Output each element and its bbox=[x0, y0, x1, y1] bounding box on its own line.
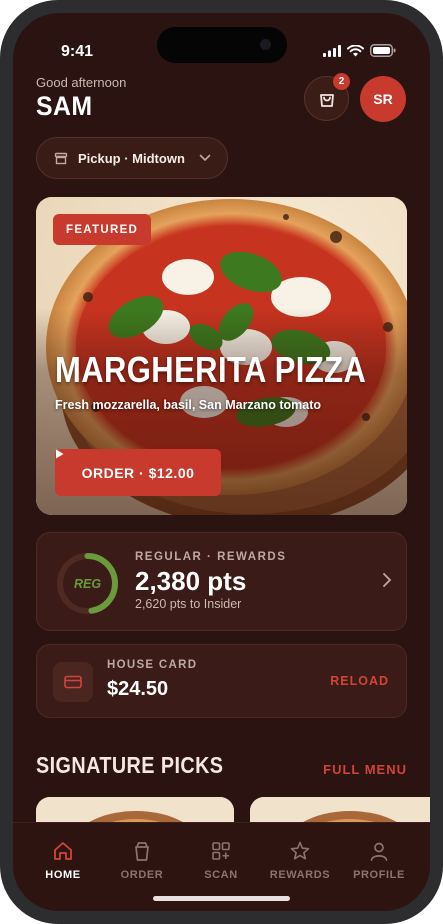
tier-ring-label: REG bbox=[73, 576, 102, 591]
featured-badge: FEATURED bbox=[53, 214, 152, 245]
tab-home-label: HOME bbox=[45, 869, 81, 881]
greeting-text: Good afternoon bbox=[36, 75, 127, 90]
phone-frame: 9:41 Good afternoon SAM 2 SR Pickup · Mi… bbox=[0, 0, 443, 924]
tab-home[interactable]: HOME bbox=[28, 839, 98, 881]
credit-card-icon bbox=[64, 675, 82, 689]
featured-description: Fresh mozzarella, basil, San Marzano tom… bbox=[55, 398, 322, 412]
tab-profile[interactable]: PROFILE bbox=[344, 839, 414, 881]
rewards-tier: REGULAR · REWARDS bbox=[135, 551, 287, 563]
star-icon bbox=[290, 841, 310, 860]
featured-title: MARGHERITA PIZZA bbox=[55, 349, 367, 390]
house-card-balance: $24.50 bbox=[107, 678, 169, 700]
cup-icon bbox=[135, 842, 149, 861]
card-icon-wrap bbox=[53, 662, 93, 702]
rewards-next-tier: 2,620 pts to Insider bbox=[135, 597, 242, 611]
tab-profile-label: PROFILE bbox=[353, 869, 405, 881]
scan-icon bbox=[212, 842, 230, 860]
tab-scan-label: SCAN bbox=[204, 869, 238, 881]
avatar[interactable]: SR bbox=[360, 76, 406, 122]
house-card[interactable]: HOUSE CARD $24.50 RELOAD bbox=[36, 644, 407, 718]
play-icon bbox=[56, 449, 64, 459]
battery-icon bbox=[370, 44, 396, 57]
rewards-points: 2,380 pts bbox=[135, 566, 247, 596]
home-indicator bbox=[153, 896, 290, 901]
status-time: 9:41 bbox=[61, 43, 94, 60]
location-label: Pickup · Midtown bbox=[78, 150, 185, 166]
location-selector[interactable]: Pickup · Midtown bbox=[36, 137, 228, 179]
tab-order-label: ORDER bbox=[120, 869, 164, 881]
status-icons bbox=[323, 44, 396, 57]
signature-picks-title: SIGNATURE PICKS bbox=[36, 752, 224, 778]
featured-card[interactable]: FEATURED MARGHERITA PIZZA Fresh mozzarel… bbox=[36, 197, 407, 515]
tab-rewards[interactable]: REWARDS bbox=[265, 839, 335, 881]
tab-rewards-label: REWARDS bbox=[269, 869, 331, 881]
cart-count-badge: 2 bbox=[333, 73, 350, 90]
app-screen: 9:41 Good afternoon SAM 2 SR Pickup · Mi… bbox=[13, 13, 430, 911]
chevron-down-icon bbox=[199, 154, 211, 162]
reload-button[interactable]: RELOAD bbox=[330, 674, 389, 688]
dynamic-island bbox=[157, 27, 287, 63]
person-icon bbox=[370, 842, 388, 861]
house-card-label: HOUSE CARD bbox=[107, 659, 198, 671]
user-name: SAM bbox=[36, 91, 93, 121]
order-button-label: ORDER · $12.00 bbox=[81, 464, 195, 481]
wifi-icon bbox=[347, 44, 364, 56]
shopping-bag-icon bbox=[319, 93, 334, 107]
full-menu-link[interactable]: FULL MENU bbox=[323, 762, 407, 777]
tab-scan[interactable]: SCAN bbox=[186, 839, 256, 881]
tab-order[interactable]: ORDER bbox=[107, 839, 177, 881]
rewards-card[interactable]: REG REGULAR · REWARDS 2,380 pts 2,620 pt… bbox=[36, 532, 407, 631]
order-button[interactable]: ORDER · $12.00 bbox=[55, 449, 221, 496]
store-icon bbox=[54, 152, 68, 164]
signal-icon bbox=[323, 44, 341, 57]
chevron-right-icon bbox=[383, 573, 392, 587]
home-icon bbox=[54, 842, 72, 860]
